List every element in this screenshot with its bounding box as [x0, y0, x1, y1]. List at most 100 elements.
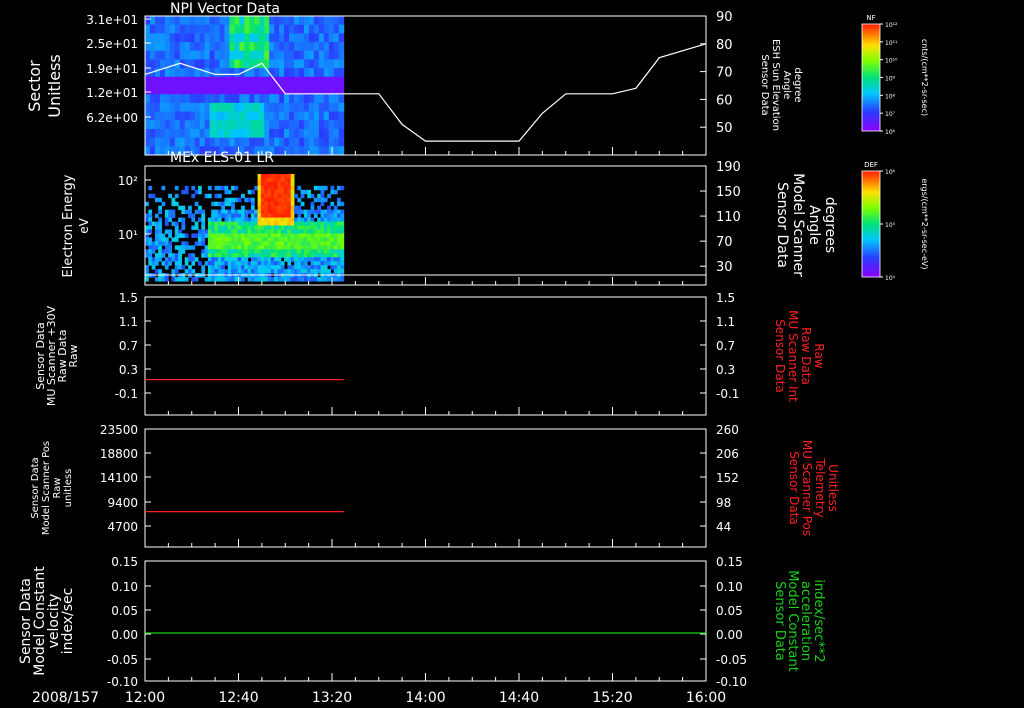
heatmap-cell [201, 269, 206, 274]
heatmap-cell [313, 241, 318, 246]
heatmap-cell [287, 265, 292, 270]
heatmap-cell [298, 102, 305, 113]
heatmap-cell [191, 269, 196, 274]
heatmap-cell [264, 120, 270, 130]
heatmap-cell [211, 213, 216, 219]
heatmap-cell [270, 241, 275, 246]
heatmap-cell [171, 277, 176, 282]
heatmap-cell [224, 50, 230, 60]
heatmap-cell [330, 213, 335, 219]
heatmap-cell [297, 221, 302, 226]
heatmap-cell [224, 257, 229, 262]
heatmap-cell [244, 257, 249, 262]
heatmap-cell [214, 59, 221, 69]
heatmap-cell [159, 24, 166, 34]
heatmap-cell [290, 189, 295, 195]
heatmap-cell [260, 209, 265, 215]
heatmap-cell [209, 94, 216, 104]
heatmap-cell [184, 94, 191, 104]
heatmap-cell [313, 16, 320, 26]
right-y-tick-label: 70 [716, 66, 733, 81]
heatmap-cell [260, 205, 265, 211]
heatmap-cell [224, 213, 229, 219]
heatmap-cell [211, 261, 216, 266]
heatmap-cell [307, 241, 312, 246]
heatmap-cell [267, 245, 272, 250]
heatmap-cell [207, 277, 212, 282]
heatmap-cell [145, 137, 151, 147]
heatmap-cell [164, 76, 171, 86]
heatmap-cell [151, 221, 156, 226]
heatmap-cell [219, 76, 225, 86]
heatmap-cell [270, 269, 275, 274]
heatmap-cell [289, 68, 295, 78]
heatmap-cell [289, 59, 295, 69]
heatmap-cell [191, 193, 196, 199]
heatmap-cell [297, 233, 302, 238]
heatmap-cell [327, 221, 331, 226]
heatmap-cell [194, 50, 201, 60]
heatmap-cell [330, 185, 335, 191]
heatmap-cell [224, 237, 229, 242]
heatmap-cell [337, 233, 341, 238]
heatmap-cell [300, 277, 305, 282]
heatmap-cell [169, 102, 176, 113]
heatmap-cell [250, 201, 255, 207]
heatmap-cell [250, 209, 255, 215]
heatmap-cell [231, 229, 235, 234]
heatmap-cell [229, 76, 235, 86]
heatmap-cell [221, 249, 225, 254]
heatmap-cell [174, 233, 179, 238]
heatmap-cell [303, 217, 308, 223]
heatmap-cell [227, 253, 232, 258]
heatmap-cell [274, 24, 280, 34]
heatmap-cell [333, 42, 340, 52]
heatmap-cell [217, 217, 222, 223]
heatmap-cell [303, 237, 308, 242]
heatmap-cell [164, 213, 169, 219]
heatmap-cell [214, 102, 221, 113]
heatmap-cell [300, 225, 305, 230]
right-y-tick-label: -0.05 [716, 653, 747, 667]
heatmap-cell [280, 225, 285, 230]
y-tick-label: 2.5e+01 [86, 37, 138, 51]
colorbar-label: DEF [864, 161, 878, 169]
heatmap-cell [178, 245, 182, 250]
heatmap-cell [229, 68, 235, 78]
heatmap-cell [221, 201, 225, 207]
heatmap-cell [270, 277, 275, 282]
heatmap-cell [338, 137, 345, 147]
heatmap-cell [209, 85, 216, 95]
heatmap-cell [171, 269, 176, 274]
heatmap-cell [191, 257, 196, 262]
heatmap-cell [217, 261, 222, 266]
heatmap-cell [214, 68, 221, 78]
heatmap-cell [327, 217, 331, 223]
heatmap-cell [328, 76, 335, 86]
heatmap-cell [184, 76, 191, 86]
heatmap-cell [318, 24, 325, 34]
heatmap-cell [270, 233, 275, 238]
right-y-axis-label: Angle [806, 205, 822, 245]
heatmap-cell [254, 209, 259, 215]
plot-canvas: NPI Vector Data3.1e+012.5e+011.9e+011.2e… [18, 1, 929, 706]
heatmap-cell [214, 76, 221, 86]
heatmap-cell [237, 269, 242, 274]
heatmap-cell [145, 76, 151, 86]
heatmap-cell [164, 257, 169, 262]
heatmap-cell [158, 253, 163, 258]
heatmap-cell [239, 59, 245, 69]
heatmap-cell [217, 265, 222, 270]
heatmap-cell [227, 261, 232, 266]
heatmap-cell [277, 197, 282, 203]
heatmap-cell [340, 261, 345, 266]
right-y-axis-label: Sensor Data [772, 581, 787, 661]
heatmap-cell [211, 265, 216, 270]
heatmap-cell [310, 257, 315, 262]
heatmap-cell [323, 253, 328, 258]
heatmap-cell [303, 221, 308, 226]
right-y-tick-label: 206 [716, 447, 739, 461]
heatmap-cell [280, 213, 285, 219]
heatmap-cell [154, 237, 159, 242]
heatmap-cell [254, 225, 259, 230]
